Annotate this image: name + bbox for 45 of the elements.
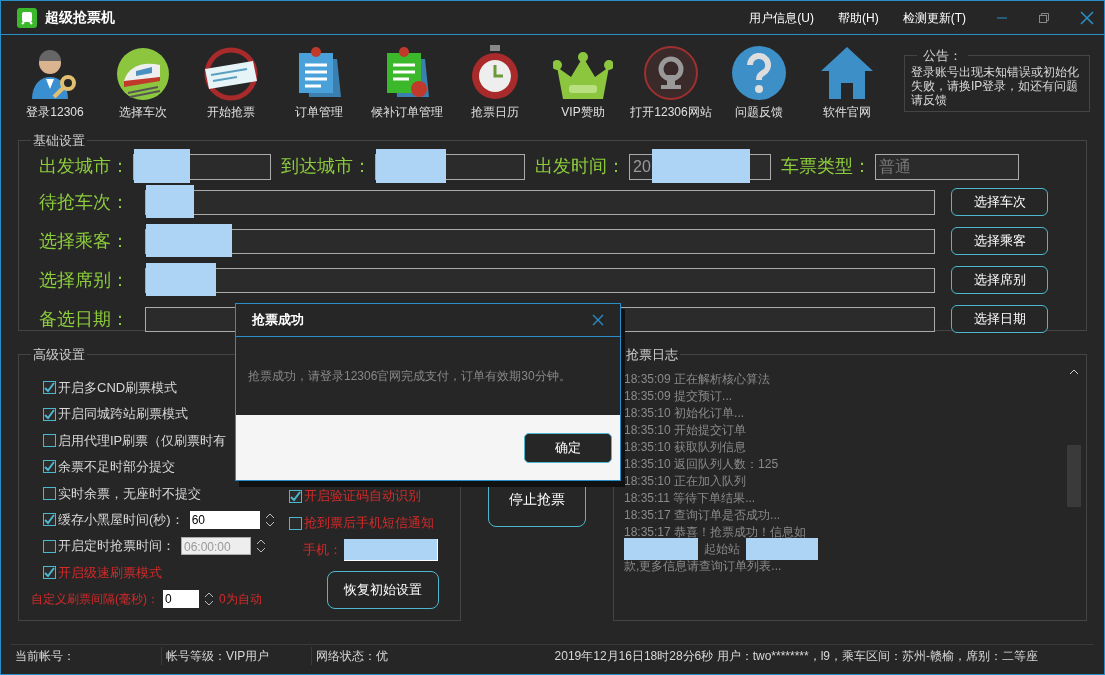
dialog-message: 抢票成功，请登录12306官网完成支付，订单有效期30分钟。 [248, 368, 571, 385]
log-line: 18:35:10 开始提交订单 [624, 421, 748, 439]
group-title: 高级设置 [32, 346, 86, 364]
option-label: 抢到票后手机短信通知 [304, 514, 434, 533]
option-label: 缓存小黑屋时间(秒)： [58, 510, 184, 529]
log-line: 起始站 [704, 541, 740, 558]
option-label: 开启定时抢票时间： [58, 537, 175, 556]
log-line: 18:35:09 正在解析核心算法 [624, 370, 772, 388]
option-label: 开启多CND刷票模式 [58, 378, 178, 397]
dialog-title: 抢票成功 [252, 311, 304, 330]
option-label: 自定义刷票间隔(毫秒)： [31, 590, 159, 608]
option-label: 余票不足时部分提交 [58, 458, 175, 477]
phone-label: 手机： [303, 540, 342, 559]
notice-text: 登录账号出现未知错误或初始化失败，请换IP登录，如还有问题请反馈 [911, 65, 1080, 108]
field-label: 选择席别： [39, 268, 130, 292]
log-line: 18:35:17 恭喜！抢票成功！信息如 [624, 523, 808, 541]
log-line: 18:35:10 初始化订单... [624, 404, 746, 422]
status-text: 帐号等级：VIP用户 [161, 646, 311, 665]
log-line: 款,更多信息请查询订单列表... [624, 557, 783, 575]
notice-title: 公告： [922, 46, 963, 65]
field-label: 待抢车次： [39, 190, 130, 214]
log-line: 18:35:10 正在加入队列 [624, 472, 748, 490]
hint-text: 0为自动 [219, 590, 262, 608]
option-label: 开启同城跨站刷票模式 [58, 405, 188, 424]
field-label: 出发城市： [39, 155, 129, 178]
log-line: 18:35:11 等待下单结果... [624, 489, 757, 507]
group-title: 基础设置 [32, 132, 86, 150]
status-text: 当前帐号： [14, 647, 76, 665]
status-text: 网络状态：优 [311, 646, 461, 665]
field-label: 到达城市： [281, 155, 371, 178]
field-label: 出发时间： [535, 155, 625, 178]
field-label: 选择乘客： [39, 229, 130, 253]
log-line: 18:35:10 获取队列信息 [624, 438, 748, 456]
log-line: 18:35:10 返回队列人数：125 [624, 455, 780, 473]
window-title: 超级抢票机 [45, 8, 115, 27]
option-label: 启用代理IP刷票（仅刷票时有 [58, 431, 227, 450]
option-label: 实时余票，无座时不提交 [58, 484, 201, 503]
log-line: 18:35:17 查询订单是否成功... [624, 506, 782, 524]
option-label: 开启级速刷票模式 [58, 563, 162, 582]
field-label: 备选日期： [39, 307, 130, 331]
status-text: 2019年12月16日18时28分6秒 用户：two********，l9，乘车区间：苏州-赣榆，席别：二等座 [554, 647, 1039, 665]
log-line: 18:35:09 提交预订... [624, 387, 734, 405]
option-label: 开启验证码自动识别 [304, 487, 421, 506]
group-title: 抢票日志 [625, 346, 679, 364]
field-label: 车票类型： [781, 155, 871, 178]
